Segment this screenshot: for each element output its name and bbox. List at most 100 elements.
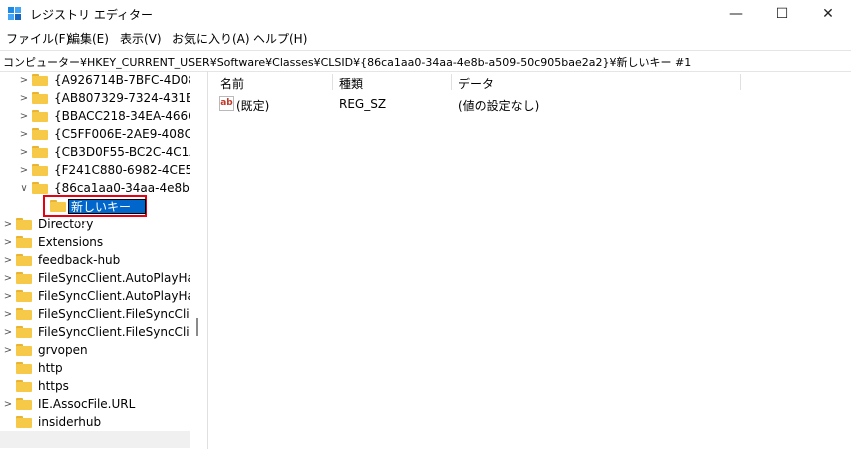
tree-item-label: {86ca1aa0-34aa-4e8b-a50 bbox=[54, 181, 190, 195]
key-tree[interactable]: > {A926714B-7BFC-4D08-A0 > {AB807329-732… bbox=[0, 71, 190, 431]
tree-item[interactable]: > FileSyncClient.AutoPlayHand bbox=[0, 287, 190, 305]
vertical-scrollbar-thumb[interactable] bbox=[196, 318, 198, 336]
tree-item-label: FileSyncClient.FileSyncClient bbox=[38, 325, 190, 339]
chevron-right-icon[interactable]: > bbox=[2, 233, 14, 251]
menu-favorites[interactable]: お気に入り(A) bbox=[172, 30, 250, 47]
title-bar: レジストリ エディター — ☐ ✕ bbox=[0, 0, 851, 28]
values-list-header: 名前 種類 データ bbox=[208, 72, 851, 92]
column-header-data[interactable]: データ bbox=[458, 75, 494, 92]
folder-icon bbox=[16, 416, 32, 428]
tree-item-label: http bbox=[38, 361, 63, 375]
tree-item[interactable]: > {AB807329-7324-431B-8B3 bbox=[0, 89, 190, 107]
folder-icon bbox=[16, 380, 32, 392]
tree-item[interactable]: > grvopen bbox=[0, 341, 190, 359]
tree-item-label: Extensions bbox=[38, 235, 104, 249]
chevron-right-icon[interactable]: > bbox=[18, 125, 30, 143]
tree-item[interactable]: https bbox=[0, 377, 190, 395]
tree-item[interactable]: > Directory bbox=[0, 215, 190, 233]
column-header-name[interactable]: 名前 bbox=[220, 75, 244, 92]
tree-item[interactable]: > {C5FF006E-2AE9-408C-B8 bbox=[0, 125, 190, 143]
tree-item-label: grvopen bbox=[38, 343, 88, 357]
tree-item[interactable]: > FileSyncClient.AutoPlayHand bbox=[0, 269, 190, 287]
menu-file[interactable]: ファイル(F) bbox=[6, 30, 70, 47]
chevron-right-icon[interactable]: > bbox=[2, 287, 14, 305]
tree-item[interactable]: > FileSyncClient.FileSyncClient bbox=[0, 305, 190, 323]
menu-help[interactable]: ヘルプ(H) bbox=[253, 30, 307, 47]
table-row[interactable]: ab (既定) REG_SZ (値の設定なし) bbox=[208, 95, 851, 113]
tree-item[interactable]: > {BBACC218-34EA-4666-9D bbox=[0, 107, 190, 125]
maximize-icon: ☐ bbox=[775, 6, 789, 22]
column-separator[interactable] bbox=[451, 74, 452, 90]
chevron-right-icon[interactable]: > bbox=[2, 269, 14, 287]
folder-icon bbox=[16, 272, 32, 284]
tree-item-label: {C5FF006E-2AE9-408C-B8 bbox=[54, 127, 190, 141]
tree-item-label: {AB807329-7324-431B-8B3 bbox=[54, 91, 190, 105]
folder-icon bbox=[16, 290, 32, 302]
registry-editor-icon bbox=[8, 7, 21, 20]
tree-item-label: https bbox=[38, 379, 69, 393]
maximize-button[interactable]: ☐ bbox=[759, 0, 805, 28]
tree-item-label: {CB3D0F55-BC2C-4C1A-85 bbox=[54, 145, 190, 159]
tree-item[interactable]: > {A926714B-7BFC-4D08-A0 bbox=[0, 71, 190, 89]
folder-icon bbox=[16, 398, 32, 410]
tree-item-label: FileSyncClient.AutoPlayHand bbox=[38, 271, 190, 285]
minimize-button[interactable]: — bbox=[713, 0, 759, 28]
chevron-right-icon[interactable]: > bbox=[18, 143, 30, 161]
folder-icon bbox=[32, 92, 48, 104]
tree-item[interactable]: insiderhub bbox=[0, 413, 190, 431]
chevron-right-icon[interactable]: > bbox=[2, 341, 14, 359]
chevron-right-icon[interactable]: > bbox=[2, 395, 14, 413]
folder-icon bbox=[16, 344, 32, 356]
tree-item-label: IE.AssocFile.URL bbox=[38, 397, 136, 411]
folder-icon bbox=[16, 254, 32, 266]
tree-item[interactable]: http bbox=[0, 359, 190, 377]
tree-item[interactable]: > feedback-hub bbox=[0, 251, 190, 269]
window-title: レジストリ エディター bbox=[30, 8, 153, 22]
menu-view[interactable]: 表示(V) bbox=[120, 30, 162, 47]
column-separator[interactable] bbox=[740, 74, 741, 90]
pane-splitter[interactable] bbox=[207, 71, 208, 449]
tree-item[interactable]: > FileSyncClient.FileSyncClient bbox=[0, 323, 190, 341]
chevron-right-icon[interactable]: > bbox=[2, 323, 14, 341]
close-button[interactable]: ✕ bbox=[805, 0, 851, 28]
chevron-right-icon[interactable]: > bbox=[18, 161, 30, 179]
folder-icon bbox=[32, 128, 48, 140]
folder-icon bbox=[16, 218, 32, 230]
tree-item[interactable]: > {CB3D0F55-BC2C-4C1A-85 bbox=[0, 143, 190, 161]
value-name: (既定) bbox=[236, 99, 270, 113]
tree-item-label: {A926714B-7BFC-4D08-A0 bbox=[54, 73, 190, 87]
tree-item-label: {BBACC218-34EA-4666-9D bbox=[54, 109, 190, 123]
minimize-icon: — bbox=[729, 6, 743, 22]
chevron-right-icon[interactable]: > bbox=[18, 107, 30, 125]
folder-icon bbox=[16, 362, 32, 374]
rename-input[interactable]: 新しいキー #1 bbox=[68, 199, 146, 229]
chevron-right-icon[interactable]: > bbox=[2, 251, 14, 269]
folder-icon bbox=[32, 74, 48, 86]
chevron-right-icon[interactable]: > bbox=[2, 215, 14, 233]
address-bar[interactable]: コンピューター¥HKEY_CURRENT_USER¥Software¥Class… bbox=[0, 50, 851, 72]
menu-edit[interactable]: 編集(E) bbox=[68, 30, 109, 47]
column-header-type[interactable]: 種類 bbox=[339, 75, 363, 92]
string-value-icon: ab bbox=[219, 96, 234, 111]
close-icon: ✕ bbox=[822, 6, 834, 22]
tree-item[interactable]: > Extensions bbox=[0, 233, 190, 251]
value-data: (値の設定なし) bbox=[458, 99, 540, 113]
folder-icon bbox=[32, 182, 48, 194]
folder-icon bbox=[16, 308, 32, 320]
chevron-right-icon[interactable]: > bbox=[18, 89, 30, 107]
column-separator[interactable] bbox=[332, 74, 333, 90]
folder-icon bbox=[16, 326, 32, 338]
chevron-right-icon[interactable]: > bbox=[2, 305, 14, 323]
chevron-down-icon[interactable]: ∨ bbox=[18, 179, 30, 197]
folder-icon bbox=[16, 236, 32, 248]
folder-icon bbox=[32, 164, 48, 176]
chevron-right-icon[interactable]: > bbox=[18, 71, 30, 89]
horizontal-scrollbar[interactable] bbox=[0, 431, 190, 448]
tree-item[interactable]: > IE.AssocFile.URL bbox=[0, 395, 190, 413]
tree-item-label: insiderhub bbox=[38, 415, 102, 429]
folder-icon bbox=[32, 146, 48, 158]
tree-item[interactable]: > {F241C880-6982-4CE5-8CF bbox=[0, 161, 190, 179]
address-path: コンピューター¥HKEY_CURRENT_USER¥Software¥Class… bbox=[3, 56, 692, 69]
folder-icon bbox=[32, 110, 48, 122]
tree-item-label: FileSyncClient.AutoPlayHand bbox=[38, 289, 190, 303]
